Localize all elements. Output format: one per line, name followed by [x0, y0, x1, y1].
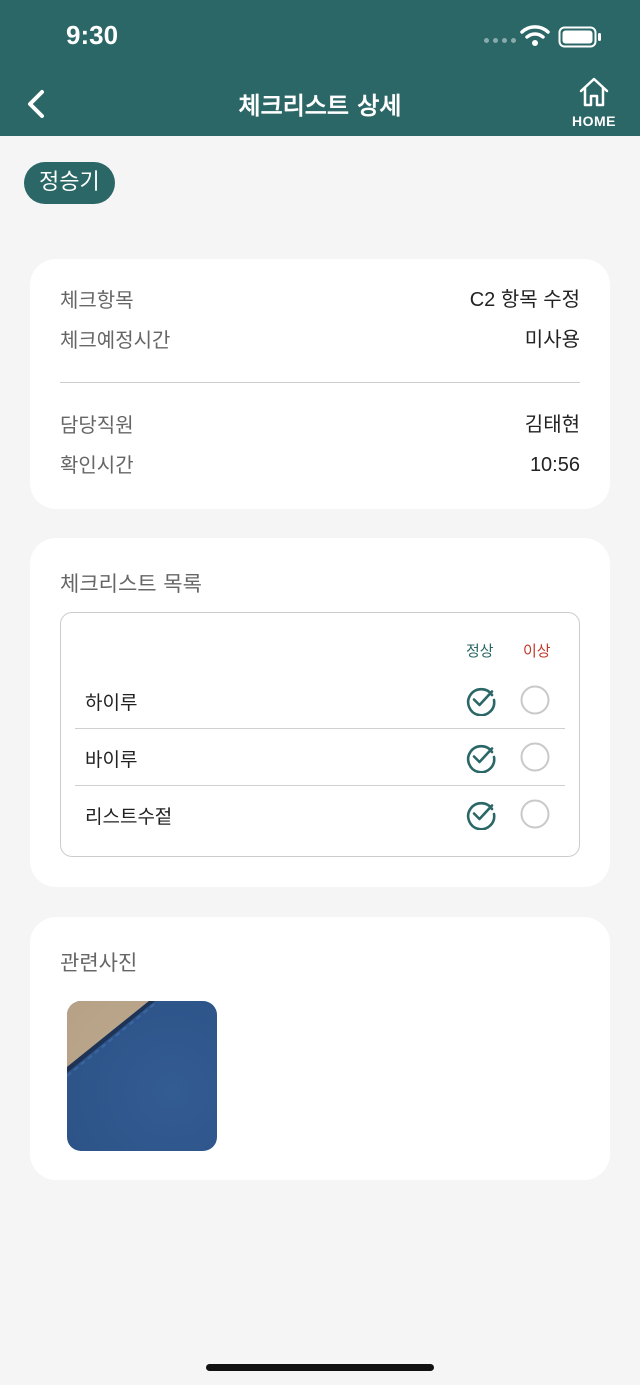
home-button[interactable]: HOME	[566, 76, 622, 132]
check-item-row: 체크항목 C2 항목 수정	[60, 285, 580, 315]
normal-checked-icon[interactable]	[465, 741, 497, 773]
check-item-label: 체크항목	[60, 288, 134, 312]
column-normal-label: 정상	[466, 642, 494, 660]
checklist-item: 하이루	[75, 672, 565, 729]
checklist-item: 바이루	[75, 729, 565, 786]
staff-label: 담당직원	[60, 413, 134, 437]
scheduled-time-label: 체크예정시간	[60, 328, 171, 352]
wifi-icon	[520, 25, 550, 46]
staff-row: 담당직원 김태현	[60, 410, 580, 440]
photo-image	[67, 1001, 217, 1151]
confirm-time-value: 10:56	[529, 454, 580, 476]
check-item-value: C2 항목 수정	[469, 289, 580, 311]
scheduled-time-row: 체크예정시간 미사용	[60, 325, 580, 355]
user-name-badge: 정승기	[24, 162, 115, 204]
photo-thumbnail[interactable]	[67, 1001, 217, 1151]
confirm-time-row: 확인시간 10:56	[60, 450, 580, 480]
staff-value: 김태현	[524, 414, 580, 436]
normal-checked-icon[interactable]	[465, 684, 497, 716]
abnormal-unchecked-icon[interactable]	[520, 799, 550, 829]
abnormal-unchecked-icon[interactable]	[520, 685, 550, 715]
app-header: 9:30 체크리스트 상세 HOME	[0, 0, 640, 136]
home-label: HOME	[572, 113, 616, 129]
normal-checked-icon[interactable]	[465, 798, 497, 830]
status-time: 9:30	[66, 20, 119, 50]
abnormal-unchecked-icon[interactable]	[520, 742, 550, 772]
checklist-item-label: 하이루	[85, 692, 138, 714]
checklist-item-label: 리스트수젙	[85, 806, 173, 828]
home-indicator	[206, 1364, 434, 1371]
divider	[60, 382, 580, 383]
checklist-title: 체크리스트 목록	[60, 572, 202, 596]
checklist-card: 체크리스트 목록 정상 이상 하이루 바이루 리스트수젙	[30, 538, 610, 887]
checklist-box: 정상 이상 하이루 바이루 리스트수젙	[60, 612, 580, 857]
column-abnormal-label: 이상	[523, 642, 551, 660]
battery-icon	[558, 26, 601, 48]
cellular-signal-icon	[484, 38, 516, 43]
scheduled-time-value: 미사용	[524, 329, 580, 351]
photos-title: 관련사진	[60, 951, 138, 975]
home-icon	[579, 77, 609, 107]
checklist-item: 리스트수젙	[75, 786, 565, 842]
confirm-time-label: 확인시간	[60, 453, 134, 477]
checklist-item-label: 바이루	[85, 749, 138, 771]
info-card: 체크항목 C2 항목 수정 체크예정시간 미사용 담당직원 김태현 확인시간 1…	[30, 259, 610, 509]
page-title: 체크리스트 상세	[238, 92, 402, 120]
photos-card: 관련사진	[30, 917, 610, 1180]
